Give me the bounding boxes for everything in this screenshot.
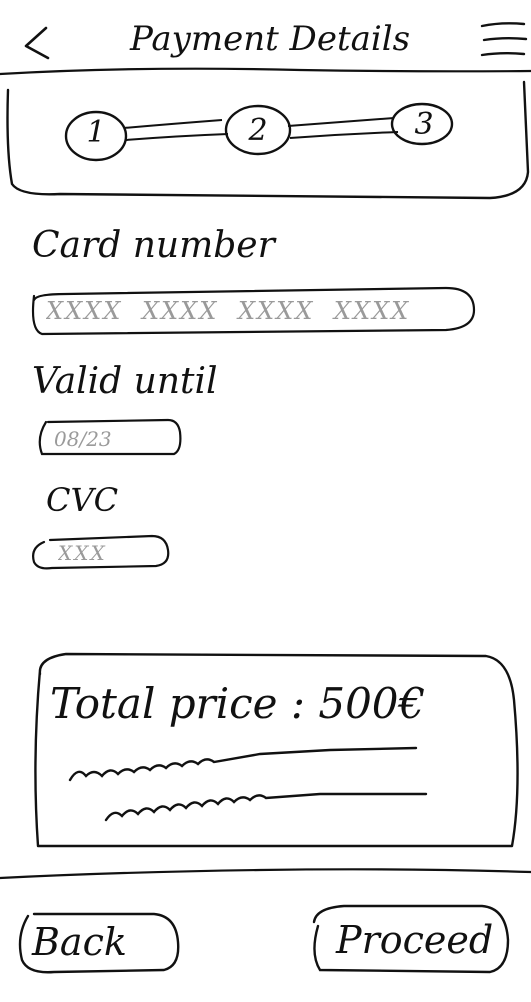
total-price-text: Total price : 500€ xyxy=(50,679,426,728)
cvc-input[interactable] xyxy=(56,536,160,570)
card-number-label: Card number xyxy=(32,225,275,266)
valid-until-label: Valid until xyxy=(32,361,218,402)
proceed-button[interactable]: Proceed xyxy=(304,896,514,980)
step-1-label: 1 xyxy=(86,115,106,150)
step-2-label: 2 xyxy=(248,113,268,148)
cvc-field[interactable] xyxy=(28,530,174,574)
footer-divider xyxy=(0,868,531,880)
cvc-label: CVC xyxy=(46,481,119,519)
chevron-left-icon[interactable] xyxy=(18,22,50,62)
card-number-input[interactable] xyxy=(44,292,468,330)
valid-until-input[interactable] xyxy=(52,422,176,456)
valid-until-field[interactable] xyxy=(34,414,186,462)
step-3-label: 3 xyxy=(414,107,434,142)
proceed-button-label: Proceed xyxy=(336,918,494,962)
page-title: Payment Details xyxy=(130,19,411,59)
back-button-label: Back xyxy=(32,920,127,964)
hamburger-menu-icon[interactable] xyxy=(478,16,528,62)
back-button[interactable]: Back xyxy=(14,906,184,980)
summary-detail-placeholder-lines xyxy=(68,746,428,822)
card-number-field[interactable] xyxy=(26,280,478,340)
